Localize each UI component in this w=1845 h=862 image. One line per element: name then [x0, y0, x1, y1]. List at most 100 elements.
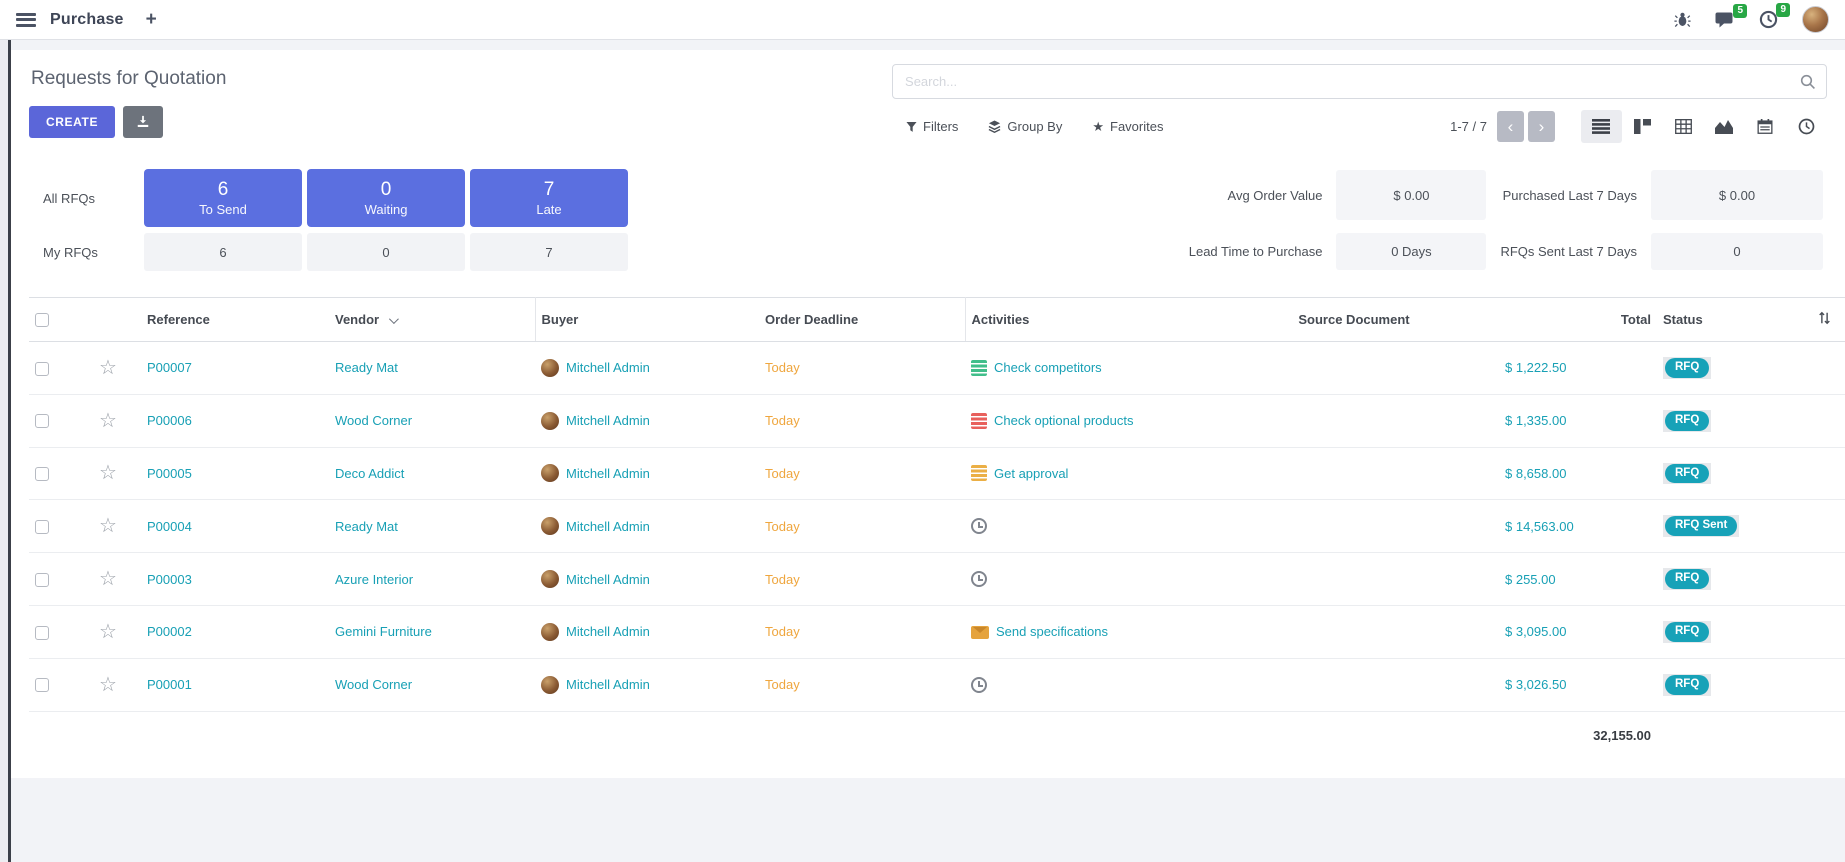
tile-late[interactable]: 7 Late: [470, 169, 628, 227]
reference-link[interactable]: P00001: [147, 677, 192, 692]
row-checkbox[interactable]: [35, 678, 49, 692]
reference-link[interactable]: P00003: [147, 572, 192, 587]
row-checkbox[interactable]: [35, 520, 49, 534]
my-to-send-tile[interactable]: 6: [144, 233, 302, 271]
star-icon[interactable]: ☆: [99, 357, 117, 379]
debug-bug-icon[interactable]: [1674, 11, 1691, 28]
table-row: ☆ P00001 Wood Corner Mitchell Admin Toda…: [29, 658, 1845, 711]
create-button[interactable]: CREATE: [29, 106, 115, 138]
header-order-deadline[interactable]: Order Deadline: [759, 298, 965, 342]
search-icon[interactable]: [1800, 74, 1816, 90]
reference-link[interactable]: P00004: [147, 519, 192, 534]
activity-list-icon[interactable]: [971, 465, 987, 481]
order-deadline: Today: [765, 413, 800, 428]
activity-link[interactable]: Check competitors: [994, 360, 1102, 375]
favorites-button[interactable]: ★ Favorites: [1092, 119, 1163, 135]
row-checkbox[interactable]: [35, 626, 49, 640]
messages-badge: 5: [1733, 4, 1747, 18]
activity-mail-icon[interactable]: [971, 626, 989, 639]
activity-list-icon[interactable]: [971, 413, 987, 429]
filters-button[interactable]: Filters: [906, 119, 958, 135]
vendor-link[interactable]: Gemini Furniture: [335, 624, 432, 639]
group-by-button[interactable]: Group By: [988, 119, 1062, 135]
row-checkbox[interactable]: [35, 414, 49, 428]
buyer-link[interactable]: Mitchell Admin: [566, 519, 650, 534]
activity-link[interactable]: Get approval: [994, 466, 1068, 481]
pager-prev-button[interactable]: ‹: [1497, 111, 1524, 142]
star-icon[interactable]: ☆: [99, 674, 117, 696]
activity-view-button[interactable]: [1786, 110, 1827, 143]
header-source-document[interactable]: Source Document: [1209, 298, 1499, 342]
list-view-icon: [1592, 119, 1610, 134]
buyer-avatar: [541, 517, 559, 535]
select-all-checkbox[interactable]: [35, 313, 49, 327]
reference-link[interactable]: P00002: [147, 624, 192, 639]
vendor-link[interactable]: Ready Mat: [335, 519, 398, 534]
list-view-button[interactable]: [1581, 110, 1622, 143]
optional-columns-button[interactable]: [1774, 298, 1845, 342]
vendor-link[interactable]: Deco Addict: [335, 466, 404, 481]
purchased-last-7-days-label: Purchased Last 7 Days: [1500, 188, 1637, 203]
row-checkbox[interactable]: [35, 362, 49, 376]
footer-total: 32,155.00: [1499, 711, 1657, 759]
vendor-link[interactable]: Wood Corner: [335, 413, 412, 428]
source-document-cell: [1209, 605, 1499, 658]
tile-waiting[interactable]: 0 Waiting: [307, 169, 465, 227]
app-name[interactable]: Purchase: [50, 11, 124, 29]
table-footer-row: 32,155.00: [29, 711, 1845, 759]
header-total[interactable]: Total: [1499, 298, 1657, 342]
apps-menu-icon[interactable]: [16, 13, 36, 27]
row-checkbox[interactable]: [35, 467, 49, 481]
header-reference[interactable]: Reference: [141, 298, 329, 342]
my-late-tile[interactable]: 7: [470, 233, 628, 271]
activity-clock-icon[interactable]: [971, 677, 987, 693]
reference-link[interactable]: P00006: [147, 413, 192, 428]
activity-clock-icon[interactable]: [971, 571, 987, 587]
header-buyer[interactable]: Buyer: [535, 298, 759, 342]
buyer-link[interactable]: Mitchell Admin: [566, 413, 650, 428]
tile-to-send[interactable]: 6 To Send: [144, 169, 302, 227]
star-icon[interactable]: ☆: [99, 568, 117, 590]
export-button[interactable]: [123, 106, 163, 138]
user-avatar[interactable]: [1802, 6, 1829, 33]
search-input[interactable]: [905, 74, 1800, 89]
vendor-link[interactable]: Azure Interior: [335, 572, 413, 587]
star-icon[interactable]: ☆: [99, 515, 117, 537]
vendor-link[interactable]: Ready Mat: [335, 360, 398, 375]
star-icon[interactable]: ☆: [99, 462, 117, 484]
pivot-view-button[interactable]: [1663, 110, 1704, 143]
buyer-link[interactable]: Mitchell Admin: [566, 677, 650, 692]
status-badge: RFQ: [1663, 568, 1711, 590]
new-tab-icon[interactable]: +: [146, 10, 157, 29]
header-vendor[interactable]: Vendor: [329, 298, 535, 342]
status-badge: RFQ Sent: [1663, 515, 1739, 537]
star-icon[interactable]: ☆: [99, 410, 117, 432]
reference-link[interactable]: P00005: [147, 466, 192, 481]
header-activities[interactable]: Activities: [965, 298, 1209, 342]
row-checkbox[interactable]: [35, 573, 49, 587]
buyer-link[interactable]: Mitchell Admin: [566, 466, 650, 481]
graph-view-button[interactable]: [1704, 110, 1745, 143]
vendor-link[interactable]: Wood Corner: [335, 677, 412, 692]
activity-clock-icon[interactable]: [971, 518, 987, 534]
kanban-view-button[interactable]: [1622, 110, 1663, 143]
rfqs-sent-label: RFQs Sent Last 7 Days: [1500, 244, 1637, 259]
messages-icon[interactable]: 5: [1715, 11, 1735, 29]
total-amount: $ 1,335.00: [1505, 413, 1566, 428]
pager-next-button[interactable]: ›: [1528, 111, 1555, 142]
pager: 1-7 / 7 ‹ ›: [1450, 111, 1555, 142]
reference-link[interactable]: P00007: [147, 360, 192, 375]
my-waiting-tile[interactable]: 0: [307, 233, 465, 271]
calendar-view-button[interactable]: [1745, 110, 1786, 143]
buyer-link[interactable]: Mitchell Admin: [566, 624, 650, 639]
buyer-link[interactable]: Mitchell Admin: [566, 360, 650, 375]
buyer-avatar: [541, 359, 559, 377]
activity-list-icon[interactable]: [971, 360, 987, 376]
activity-link[interactable]: Send specifications: [996, 624, 1108, 639]
header-status[interactable]: Status: [1657, 298, 1774, 342]
star-icon[interactable]: ☆: [99, 621, 117, 643]
buyer-link[interactable]: Mitchell Admin: [566, 572, 650, 587]
lead-time-label: Lead Time to Purchase: [1189, 244, 1323, 259]
activity-link[interactable]: Check optional products: [994, 413, 1133, 428]
activities-clock-icon[interactable]: 9: [1759, 10, 1778, 29]
